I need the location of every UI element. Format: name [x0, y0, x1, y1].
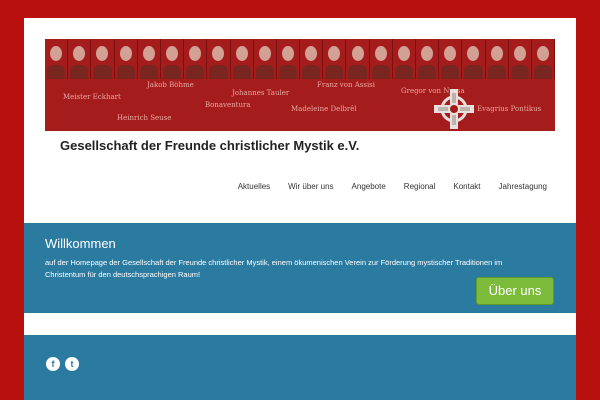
portrait — [370, 39, 393, 79]
twitter-icon[interactable]: t — [65, 357, 79, 371]
welcome-text: auf der Homepage der Gesellschaft der Fr… — [45, 258, 503, 279]
facebook-icon[interactable]: f — [46, 357, 60, 371]
footer: f t — [24, 335, 576, 400]
portrait — [184, 39, 208, 79]
portrait-strip — [45, 39, 555, 79]
portrait — [486, 39, 509, 79]
portrait — [300, 39, 324, 79]
portrait — [254, 39, 277, 79]
portrait — [207, 39, 231, 79]
portrait — [68, 39, 92, 79]
banner-name-eckhart: Meister Eckhart — [63, 93, 121, 101]
banner-name-delbrel: Madeleine Delbrêl — [291, 105, 357, 113]
site-title: Gesellschaft der Freunde christlicher My… — [60, 138, 360, 153]
welcome-section: Willkommen auf der Homepage der Gesellsc… — [24, 223, 576, 313]
banner-name-boehme: Jakob Böhme — [147, 81, 194, 89]
celtic-cross-icon — [434, 89, 474, 129]
welcome-title: Willkommen — [45, 236, 116, 251]
main-nav: Aktuelles Wir über uns Angebote Regional… — [229, 182, 556, 191]
social-links: f t — [46, 357, 79, 371]
portrait — [138, 39, 161, 79]
banner-name-pontikus: Evagrius Pontikus — [477, 105, 542, 113]
banner-name-tauler: Johannes Tauler — [232, 89, 290, 97]
nav-item-regional[interactable]: Regional — [395, 182, 445, 191]
nav-item-angebote[interactable]: Angebote — [343, 182, 395, 191]
portrait — [161, 39, 185, 79]
ueber-uns-button[interactable]: Über uns — [476, 277, 554, 305]
banner-name-bonaventura: Bonaventura — [205, 101, 251, 109]
portrait — [277, 39, 301, 79]
portrait — [115, 39, 138, 79]
nav-item-aktuelles[interactable]: Aktuelles — [229, 182, 279, 191]
portrait — [532, 39, 555, 79]
portrait — [462, 39, 486, 79]
page-container: Meister Eckhart Jakob Böhme Heinrich Seu… — [24, 18, 576, 400]
portrait — [393, 39, 416, 79]
banner-name-seuse: Heinrich Seuse — [117, 114, 172, 122]
portrait — [509, 39, 532, 79]
portrait — [231, 39, 254, 79]
portrait — [91, 39, 115, 79]
portrait — [346, 39, 370, 79]
header-banner[interactable]: Meister Eckhart Jakob Böhme Heinrich Seu… — [45, 39, 555, 131]
nav-item-jahrestagung[interactable]: Jahrestagung — [490, 182, 556, 191]
banner-name-assisi: Franz von Assisi — [317, 81, 376, 89]
portrait — [45, 39, 69, 79]
nav-item-wir-ueber-uns[interactable]: Wir über uns — [279, 182, 342, 191]
portrait — [416, 39, 440, 79]
nav-item-kontakt[interactable]: Kontakt — [444, 182, 489, 191]
portrait — [439, 39, 463, 79]
portrait — [323, 39, 347, 79]
content-spacer — [24, 313, 576, 335]
